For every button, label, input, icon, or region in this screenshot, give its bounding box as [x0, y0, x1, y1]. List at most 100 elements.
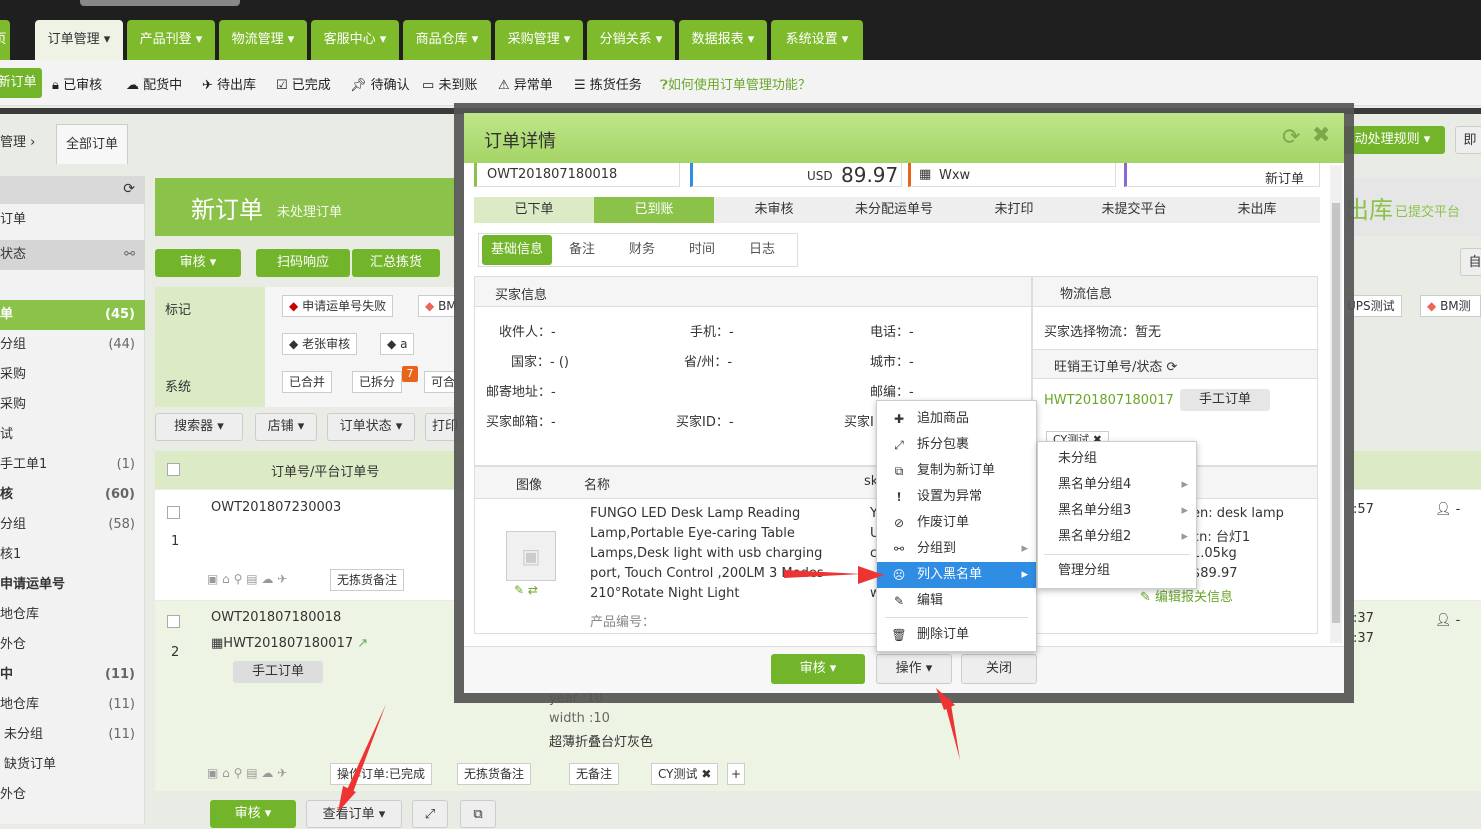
menu-set-abnormal[interactable]: ❗︎ 设置为异常 [877, 484, 1036, 510]
subnav-pick-task[interactable]: ☰ 拣货任务 [574, 74, 642, 93]
tag-item[interactable]: ◆ a [380, 333, 415, 355]
breadcrumb[interactable]: 管理 › [0, 124, 56, 162]
sidebar-item[interactable]: 核1 [0, 540, 145, 570]
nav-home-tab[interactable]: 页 [0, 20, 10, 60]
tab-finance[interactable]: 财务 [612, 235, 672, 265]
system-tag[interactable]: 已拆分 [352, 371, 403, 393]
submenu-ungrouped[interactable]: 未分组 [1038, 446, 1196, 472]
modal-scrollbar[interactable] [1330, 165, 1342, 643]
auto-rules-button[interactable]: 动处理规则 ▾ [1340, 126, 1445, 154]
nav-tab-service[interactable]: 客服中心 ▾ [311, 20, 399, 60]
sidebar-item[interactable]: 核 (60) [0, 480, 145, 510]
sidebar-item[interactable]: 中 (11) [0, 660, 145, 690]
sidebar-item[interactable]: 采购 [0, 360, 145, 390]
audit-dropdown-button[interactable]: 审核 ▾ [155, 249, 241, 277]
menu-split-package[interactable]: ⤢ 拆分包裹 [877, 432, 1036, 458]
scan-button[interactable]: 扫码响应 [256, 249, 350, 277]
search-filter-button[interactable]: 搜索器 ▾ [155, 413, 243, 441]
subnav-picking[interactable]: ☁︎ 配货中 [126, 74, 182, 93]
new-order-button[interactable]: 新订单 [0, 68, 42, 98]
wang-order-number[interactable]: HWT201807180017 [1044, 393, 1174, 408]
sidebar-item-status[interactable]: 状态 ⚯ [0, 240, 145, 270]
nav-tab-logistics[interactable]: 物流管理 ▾ [219, 20, 307, 60]
system-tag[interactable]: 可合 [424, 371, 458, 393]
refresh-icon[interactable]: ⟳ [1167, 360, 1178, 375]
menu-edit[interactable]: ✎ 编辑 [877, 588, 1036, 614]
submenu-group3[interactable]: 黑名单分组3 ▸ [1038, 498, 1196, 524]
row-checkbox[interactable] [167, 506, 180, 519]
nav-tab-reports[interactable]: 数据报表 ▾ [679, 20, 767, 60]
row-tag[interactable]: 无备注 [569, 763, 620, 785]
sidebar-item[interactable]: 分组 (58) [0, 510, 145, 540]
nav-tab-settings[interactable]: 系统设置 ▾ [771, 20, 863, 60]
scrollbar-thumb[interactable] [1332, 203, 1340, 623]
sidebar-item[interactable]: 外仓 [0, 780, 145, 810]
tab-basic-info[interactable]: 基础信息 [482, 235, 552, 265]
row-tag[interactable]: 无拣货备注 [457, 763, 532, 785]
close-icon[interactable]: ✖ [1312, 123, 1330, 148]
help-link[interactable]: ❓︎如何使用订单管理功能？ [660, 74, 811, 93]
tab-all-orders[interactable]: 全部订单 [56, 124, 128, 164]
row-tag[interactable]: 无拣货备注 [330, 569, 405, 591]
refresh-icon[interactable]: ⟳ [1282, 125, 1300, 150]
sidebar-item[interactable]: 分组 (44) [0, 330, 145, 360]
tag-item[interactable]: ◆ 申请运单号失败 [282, 295, 394, 317]
sidebar-item[interactable]: 地仓库 [0, 600, 145, 630]
row-tag-cy[interactable]: CY测试 ✖ [651, 763, 719, 785]
operations-button[interactable]: 操作 ▾ [876, 654, 952, 684]
menu-label: 删除订单 [917, 627, 970, 642]
sidebar-item[interactable]: 地仓库 (11) [0, 690, 145, 720]
summary-pick-button[interactable]: 汇总拣货 [352, 249, 440, 277]
nav-tab-purchase[interactable]: 采购管理 ▾ [495, 20, 583, 60]
sidebar-item[interactable]: 采购 [0, 390, 145, 420]
nav-tab-products[interactable]: 产品刊登 ▾ [127, 20, 215, 60]
menu-void-order[interactable]: ⊘ 作废订单 [877, 510, 1036, 536]
submenu-manage-groups[interactable]: 管理分组 [1038, 558, 1196, 584]
menu-add-product[interactable]: ✚ 追加商品 [877, 406, 1036, 432]
refresh-icon[interactable]: ⟳ [123, 181, 135, 197]
menu-delete-order[interactable]: 🗑︎ 删除订单 [877, 622, 1036, 648]
modal-audit-button[interactable]: 审核 ▾ [771, 654, 865, 684]
edit-swap-icon[interactable]: ✎ ⇄ [514, 583, 538, 597]
tab-log[interactable]: 日志 [732, 235, 792, 265]
sidebar-item[interactable]: 未分组 (11) [0, 720, 145, 750]
platform-order-number[interactable]: ▦HWT201807180017 ↗ [211, 636, 368, 651]
menu-group-to[interactable]: ⚯ 分组到 ▸ [877, 536, 1036, 562]
add-tag-button[interactable]: + [727, 763, 745, 785]
nav-tab-warehouse[interactable]: 商品仓库 ▾ [403, 20, 491, 60]
submenu-group2[interactable]: 黑名单分组2 ▸ [1038, 524, 1196, 550]
tag-item[interactable]: ◆ 老张审核 [282, 333, 358, 355]
sidebar-item[interactable]: 试 [0, 420, 145, 450]
sidebar-item[interactable]: 手工单1 (1) [0, 450, 145, 480]
menu-copy-order[interactable]: ⧉ 复制为新订单 [877, 458, 1036, 484]
subnav-done[interactable]: ☑︎ 已完成 [276, 74, 331, 93]
row-tag[interactable]: 操作订单:已完成 [330, 763, 433, 785]
extra-button[interactable]: 即 [1455, 126, 1481, 154]
sidebar-item[interactable]: 外仓 [0, 630, 145, 660]
subnav-abnormal[interactable]: ⚠︎ 异常单 [498, 74, 553, 93]
sidebar-item-active[interactable]: 单 (45) [0, 300, 145, 330]
tab-notes[interactable]: 备注 [552, 235, 612, 265]
tag-item[interactable]: ◆ BM [418, 295, 458, 317]
status-filter-button[interactable]: 订单状态 ▾ [327, 413, 415, 441]
tag-item[interactable]: ◆ BM测 [1420, 295, 1481, 317]
breadcrumb-parent: 管理 [0, 135, 27, 150]
nav-tab-distribution[interactable]: 分销关系 ▾ [587, 20, 675, 60]
sidebar-item[interactable]: 缺货订单 [0, 750, 145, 780]
extra-button-2[interactable]: 自 [1460, 248, 1481, 276]
system-tag[interactable]: 已合并 [282, 371, 333, 393]
sidebar-item[interactable]: 订单 [0, 205, 145, 235]
sidebar-item[interactable]: 申请运单号 [0, 570, 145, 600]
tab-time[interactable]: 时间 [672, 235, 732, 265]
nav-tab-orders[interactable]: 订单管理 ▾ [35, 20, 123, 60]
store-filter-button[interactable]: 店铺 ▾ [255, 413, 317, 441]
modal-close-button[interactable]: 关闭 [961, 654, 1037, 684]
row-checkbox[interactable] [167, 615, 180, 628]
subnav-to-ship[interactable]: ✈︎ 待出库 [202, 74, 256, 93]
menu-blacklist[interactable]: ☹︎ 列入黑名单 ▸ [877, 562, 1036, 588]
subnav-audited[interactable]: 🔒︎ 已审核 [52, 74, 102, 93]
subnav-confirm[interactable]: 📌︎ 待确认 [350, 74, 410, 93]
select-all-checkbox[interactable] [167, 463, 180, 476]
subnav-unpaid[interactable]: ▭ 未到账 [422, 74, 477, 93]
submenu-group4[interactable]: 黑名单分组4 ▸ [1038, 472, 1196, 498]
